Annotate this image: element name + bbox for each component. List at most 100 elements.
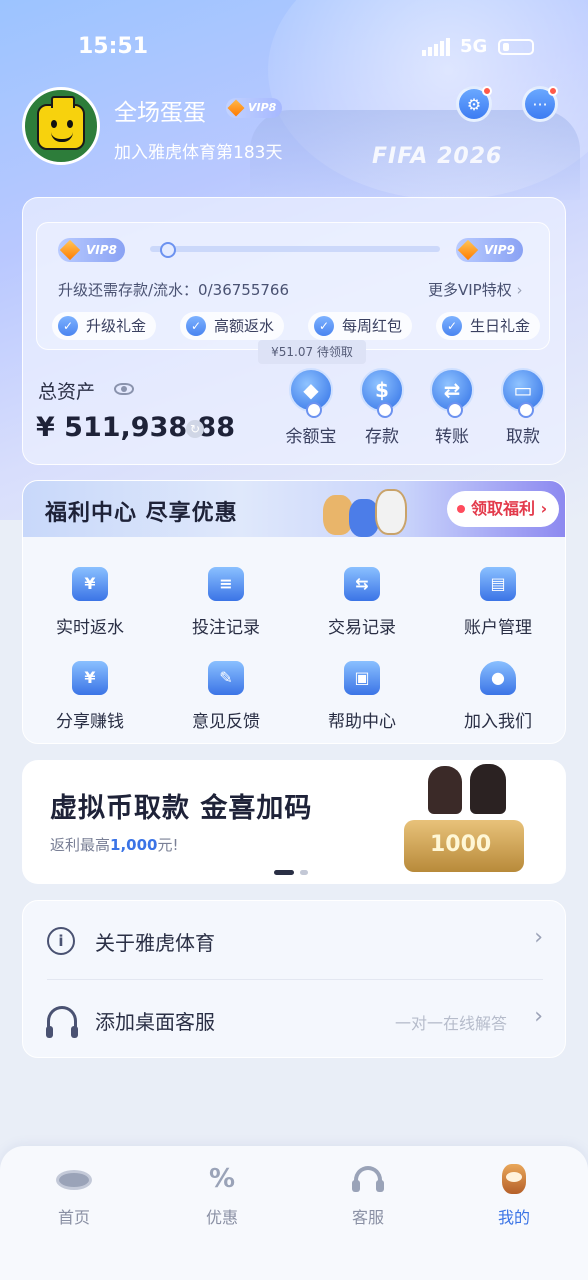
bottom-tab-bar: 首页 % 优惠 客服 我的 <box>0 1146 588 1280</box>
lego-face-icon <box>37 96 85 150</box>
membership-days: 加入雅虎体育第183天 <box>114 143 283 163</box>
desktop-support-row[interactable]: 添加桌面客服 一对一在线解答 › <box>23 980 567 1058</box>
people-icon: ● <box>480 661 516 695</box>
card-icon: ▭ <box>501 368 545 418</box>
perk-label: 生日礼金 <box>470 317 531 335</box>
perk-weekly-redpacket[interactable]: ✓ 每周红包 <box>308 312 413 340</box>
tab-label: 客服 <box>351 1208 384 1227</box>
notification-dot <box>548 86 558 96</box>
about-row[interactable]: i 关于雅虎体育 › <box>23 901 567 979</box>
percent-icon: % <box>208 1164 236 1194</box>
perk-upgrade-gift[interactable]: ✓ 升级礼金 <box>52 312 157 340</box>
check-icon: ✓ <box>58 316 78 336</box>
carousel-indicator <box>274 870 308 875</box>
username: 全场蛋蛋 <box>114 100 206 126</box>
check-icon: ✓ <box>314 316 334 336</box>
gear-icon: ⚙ <box>466 94 482 114</box>
battery-icon <box>498 39 534 55</box>
headset-icon <box>348 1162 388 1196</box>
upgrade-requirement: 升级还需存款/流水：0/36755766 <box>58 281 289 299</box>
mascot-illustration <box>319 485 411 537</box>
current-vip-tag: VIP8 <box>58 238 125 262</box>
promo-sub-prefix: 返利最高 <box>50 836 111 854</box>
perk-high-rebate[interactable]: ✓ 高额返水 <box>180 312 285 340</box>
mascot-icon <box>494 1162 534 1196</box>
deposit-button[interactable]: $ 存款 <box>352 368 412 447</box>
grid-label: 账户管理 <box>464 618 532 638</box>
hand-coin-icon: ¥ <box>72 661 108 695</box>
vault-icon: ◆ <box>289 368 333 418</box>
refresh-icon[interactable]: ↻ <box>186 420 204 438</box>
chevron-right-icon: › <box>534 925 543 950</box>
claim-label: 领取福利 <box>471 499 536 518</box>
headset-icon <box>46 1006 78 1038</box>
welfare-title: 福利中心 尽享优惠 <box>45 501 238 526</box>
yuebao-button[interactable]: ◆ 余额宝 <box>281 368 341 447</box>
grid-share-earn[interactable]: ¥ 分享赚钱 <box>35 661 145 732</box>
edit-doc-icon: ✎ <box>208 661 244 695</box>
chevron-right-icon: › <box>534 1004 543 1029</box>
perk-birthday-gift[interactable]: ✓ 生日礼金 <box>436 312 541 340</box>
notification-dot <box>482 86 492 96</box>
tab-home[interactable]: 首页 <box>26 1162 122 1228</box>
settings-button[interactable]: ⚙ <box>456 86 492 122</box>
transfer-button[interactable]: ⇄ 转账 <box>422 368 482 447</box>
tab-promotions[interactable]: % 优惠 <box>174 1162 270 1228</box>
action-label: 取款 <box>506 427 540 447</box>
eye-icon[interactable] <box>114 383 134 395</box>
messages-button[interactable]: ··· <box>522 86 558 122</box>
grid-label: 加入我们 <box>464 712 532 732</box>
list-doc-icon: ≡ <box>208 567 244 601</box>
transfer-arrows-icon: ⇄ <box>430 368 474 418</box>
tab-support[interactable]: 客服 <box>320 1162 416 1228</box>
grid-label: 交易记录 <box>328 618 396 638</box>
signal-icon <box>422 38 450 56</box>
runner-icon <box>160 242 176 258</box>
vip-level-badge: VIP8 <box>226 98 283 118</box>
crypto-promo-banner[interactable]: 虚拟币取款 金喜加码 返利最高1,000元! 1000 <box>22 760 566 884</box>
welfare-center-card: 福利中心 尽享优惠 领取福利 › ¥ 实时返水 ≡ 投注记录 ⇆ 交易记录 ▤ … <box>22 480 566 744</box>
vip-progress-bar <box>150 246 440 252</box>
grid-account-management[interactable]: ▤ 账户管理 <box>443 567 553 638</box>
pending-reward-pill[interactable]: ¥51.07 待领取 <box>258 340 366 364</box>
avatar[interactable] <box>22 87 100 165</box>
grid-label: 意见反馈 <box>192 712 260 732</box>
grid-help-center[interactable]: ▣ 帮助中心 <box>307 661 417 732</box>
folder-icon: ▤ <box>480 567 516 601</box>
promo-amount: 1,000 <box>110 836 158 854</box>
more-vip-link[interactable]: 更多VIP特权 › <box>428 279 523 300</box>
total-assets-value: ¥ 511,938.88 <box>36 412 235 443</box>
next-vip-tag: VIP9 <box>456 238 523 262</box>
action-label: 转账 <box>435 427 469 447</box>
claim-welfare-button[interactable]: 领取福利 › <box>447 491 560 527</box>
promo-title: 虚拟币取款 金喜加码 <box>50 793 313 824</box>
promo-sub-suffix: 元! <box>157 836 179 854</box>
more-vip-label: 更多VIP特权 <box>428 281 512 299</box>
status-bar: 15:51 5G <box>0 30 588 66</box>
grid-bet-records[interactable]: ≡ 投注记录 <box>171 567 281 638</box>
grid-label: 分享赚钱 <box>56 712 124 732</box>
fifa-backdrop-text: FIFA 2026 <box>372 144 503 169</box>
total-assets-label: 总资产 <box>38 381 96 403</box>
action-label: 余额宝 <box>285 427 337 447</box>
exchange-doc-icon: ⇆ <box>344 567 380 601</box>
grid-join-us[interactable]: ● 加入我们 <box>443 661 553 732</box>
row-label: 添加桌面客服 <box>95 1010 215 1034</box>
grid-realtime-rebate[interactable]: ¥ 实时返水 <box>35 567 145 638</box>
menu-list: i 关于雅虎体育 › 添加桌面客服 一对一在线解答 › <box>22 900 566 1058</box>
withdraw-button[interactable]: ▭ 取款 <box>493 368 553 447</box>
perk-label: 高额返水 <box>214 317 275 335</box>
grid-label: 实时返水 <box>56 618 124 638</box>
perk-label: 每周红包 <box>342 317 403 335</box>
grid-label: 帮助中心 <box>328 712 396 732</box>
check-icon: ✓ <box>186 316 206 336</box>
stadium-icon <box>54 1162 94 1196</box>
tab-mine[interactable]: 我的 <box>466 1162 562 1228</box>
money-bag-icon: ¥ <box>72 567 108 601</box>
grid-feedback[interactable]: ✎ 意见反馈 <box>171 661 281 732</box>
tab-label: 优惠 <box>205 1208 238 1227</box>
tab-label: 首页 <box>57 1208 90 1227</box>
info-icon: i <box>47 927 75 955</box>
chevron-right-icon: › <box>540 499 548 518</box>
grid-transaction-records[interactable]: ⇆ 交易记录 <box>307 567 417 638</box>
